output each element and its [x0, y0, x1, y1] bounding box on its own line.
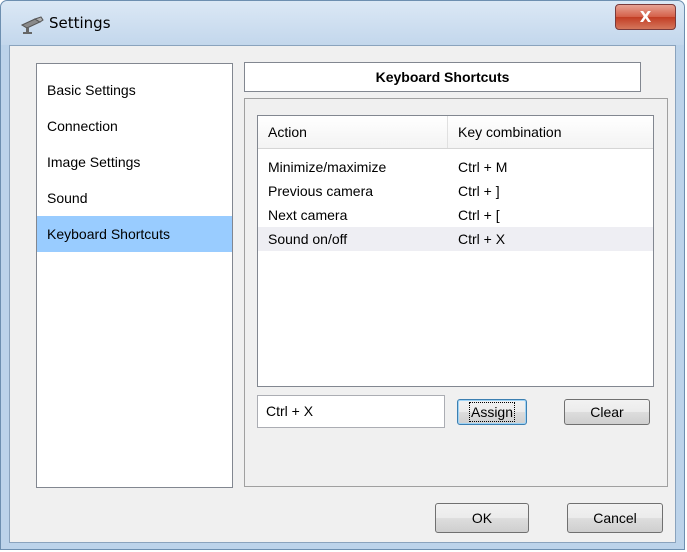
close-button[interactable]: X: [615, 4, 676, 30]
dialog-body: Basic Settings Connection Image Settings…: [9, 45, 676, 543]
settings-category-list: Basic Settings Connection Image Settings…: [36, 63, 233, 488]
assign-button-label: Assign: [468, 402, 516, 422]
row-action: Sound on/off: [268, 231, 348, 247]
sidebar-item-basic-settings[interactable]: Basic Settings: [37, 72, 232, 108]
row-action: Next camera: [268, 207, 348, 223]
row-key: Ctrl + [: [458, 207, 500, 223]
sidebar-item-connection[interactable]: Connection: [37, 108, 232, 144]
table-row[interactable]: Minimize/maximize Ctrl + M: [258, 155, 653, 179]
column-header-action[interactable]: Action: [258, 116, 448, 148]
window-title: Settings: [49, 14, 111, 32]
section-title: Keyboard Shortcuts: [244, 62, 641, 92]
column-header-key-combination[interactable]: Key combination: [448, 116, 653, 148]
row-action: Previous camera: [268, 183, 374, 199]
sidebar-item-sound[interactable]: Sound: [37, 180, 232, 216]
clear-button[interactable]: Clear: [564, 399, 650, 425]
row-key: Ctrl + ]: [458, 183, 500, 199]
shortcuts-panel: Action Key combination Minimize/maximize…: [244, 98, 668, 487]
table-row[interactable]: Previous camera Ctrl + ]: [258, 179, 653, 203]
ok-button[interactable]: OK: [435, 503, 529, 533]
cancel-button[interactable]: Cancel: [567, 503, 663, 533]
key-combination-input[interactable]: Ctrl + X: [257, 395, 445, 428]
sidebar-item-image-settings[interactable]: Image Settings: [37, 144, 232, 180]
sidebar-item-keyboard-shortcuts[interactable]: Keyboard Shortcuts: [37, 216, 232, 252]
settings-window: Settings X Basic Settings Connection Ima…: [0, 0, 685, 550]
row-action: Minimize/maximize: [268, 159, 387, 175]
row-key: Ctrl + X: [458, 231, 506, 247]
camera-icon: [20, 16, 44, 34]
shortcuts-table[interactable]: Action Key combination Minimize/maximize…: [257, 115, 654, 387]
table-row-selected[interactable]: Sound on/off Ctrl + X: [258, 227, 653, 251]
title-bar[interactable]: Settings X: [1, 1, 684, 45]
row-key: Ctrl + M: [458, 159, 508, 175]
table-row[interactable]: Next camera Ctrl + [: [258, 203, 653, 227]
assign-button[interactable]: Assign: [457, 399, 527, 425]
table-body: Minimize/maximize Ctrl + M Previous came…: [258, 149, 653, 251]
table-header: Action Key combination: [258, 116, 653, 149]
